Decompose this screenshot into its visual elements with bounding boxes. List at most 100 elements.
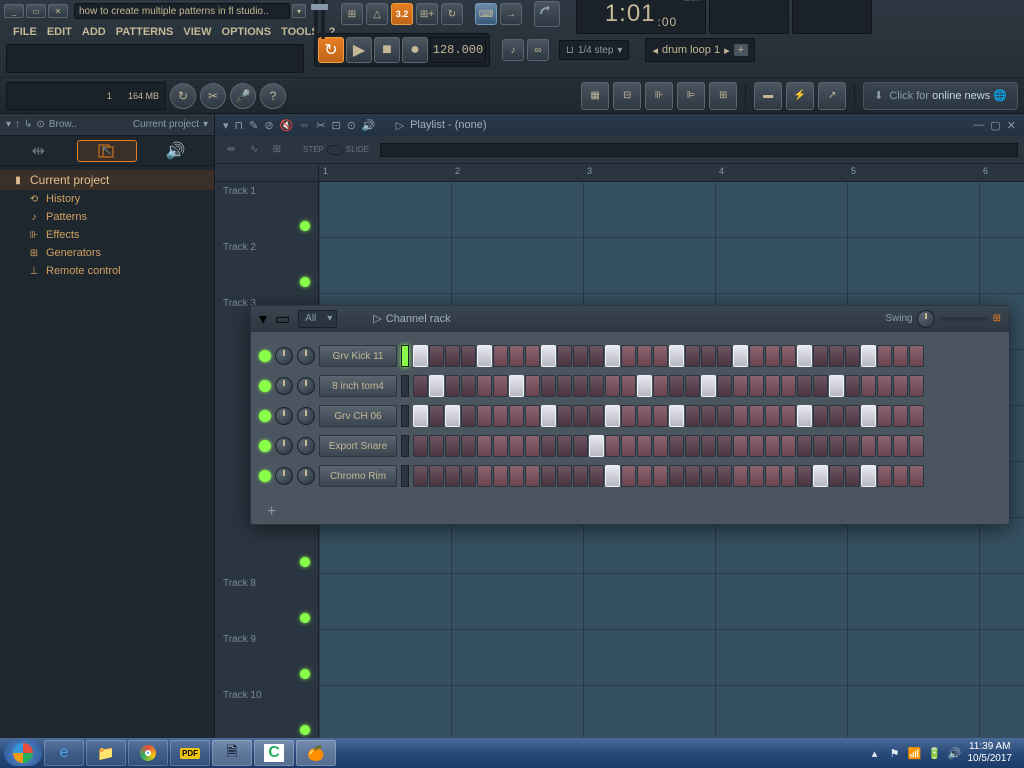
info-button[interactable]: ? [260,83,286,109]
step-button[interactable] [525,405,540,427]
step-button[interactable] [701,345,716,367]
track-mute-led[interactable] [300,277,310,287]
song-mode-button[interactable]: ♪ [502,39,524,61]
step-button[interactable] [669,435,684,457]
step-button[interactable] [621,375,636,397]
countdown-button[interactable]: 3.2 [391,3,413,25]
tree-generators[interactable]: ⊞Generators [0,244,214,262]
step-button[interactable] [637,465,652,487]
step-button[interactable] [509,405,524,427]
view-mixer-button[interactable]: ⊫ [677,82,705,110]
step-button[interactable] [909,465,924,487]
tree-history[interactable]: ⟲History [0,190,214,208]
tempo-tap-button[interactable]: ↗ [818,82,846,110]
view-playlist-button[interactable]: ▦ [581,82,609,110]
channel-select[interactable] [401,435,409,457]
minimize-button[interactable]: _ [4,4,24,18]
step-button[interactable] [669,345,684,367]
browser-tab-files[interactable]: ↖ [77,140,137,162]
tray-speaker-icon[interactable]: 🔊 [948,746,962,760]
step-button[interactable] [733,375,748,397]
step-button[interactable] [861,435,876,457]
start-button[interactable] [4,740,42,766]
step-button[interactable] [781,435,796,457]
view-browser-button[interactable]: ⊞ [709,82,737,110]
step-button[interactable] [717,435,732,457]
step-button[interactable] [525,375,540,397]
step-button[interactable] [813,375,828,397]
step-button[interactable] [893,435,908,457]
step-button[interactable] [749,435,764,457]
step-button[interactable] [685,465,700,487]
step-button[interactable] [477,405,492,427]
step-button[interactable] [541,405,556,427]
step-button[interactable] [797,375,812,397]
task-active-2[interactable]: C [254,740,294,766]
step-button[interactable] [829,405,844,427]
menu-edit[interactable]: EDIT [42,24,77,40]
track-mute-led[interactable] [300,557,310,567]
step-button[interactable] [509,435,524,457]
step-button[interactable] [893,375,908,397]
step-button[interactable] [413,435,428,457]
channel-name-button[interactable]: Grv Kick 11 [319,345,397,367]
undo-button[interactable] [534,1,560,27]
step-button[interactable] [845,465,860,487]
step-button[interactable] [429,465,444,487]
step-button[interactable] [669,465,684,487]
pattern-selector[interactable]: ◂ drum loop 1 ▸ + [645,38,755,62]
step-button[interactable] [877,345,892,367]
step-button[interactable] [797,345,812,367]
task-chrome[interactable] [128,740,168,766]
tray-battery-icon[interactable]: 🔋 [928,746,942,760]
step-button[interactable] [605,405,620,427]
view-channelrack-button[interactable]: ⊪ [645,82,673,110]
collapse-icon[interactable]: ▾ [6,119,11,130]
step-button[interactable] [877,375,892,397]
channel-mute-led[interactable] [259,350,271,362]
step-button[interactable] [429,405,444,427]
step-button[interactable] [605,465,620,487]
step-button[interactable] [845,435,860,457]
step-button[interactable] [765,465,780,487]
step-button[interactable] [461,405,476,427]
track-row[interactable]: Track 2 [215,238,1024,294]
step-button[interactable] [861,405,876,427]
channel-rack-header[interactable]: ▾ ▭ All ▾ ▷ Channel rack Swing ⊞ [251,306,1009,332]
step-button[interactable] [445,345,460,367]
pattern-mode-button[interactable]: ⊞ [341,3,363,25]
step-button[interactable] [461,465,476,487]
step-button[interactable] [493,345,508,367]
step-button[interactable] [845,345,860,367]
horizontal-scrollbar[interactable] [380,143,1018,157]
step-button[interactable] [781,375,796,397]
track-label[interactable] [215,518,319,573]
step-button[interactable] [493,435,508,457]
step-button[interactable] [717,345,732,367]
step-button[interactable] [877,465,892,487]
step-button[interactable] [669,375,684,397]
step-button[interactable] [701,405,716,427]
step-button[interactable] [701,435,716,457]
step-button[interactable] [589,405,604,427]
step-button[interactable] [461,435,476,457]
channel-mute-led[interactable] [259,410,271,422]
menu-add[interactable]: ADD [77,24,111,40]
menu-view[interactable]: VIEW [178,24,216,40]
step-button[interactable] [829,435,844,457]
step-button[interactable] [429,435,444,457]
step-button[interactable] [765,375,780,397]
step-button[interactable] [477,345,492,367]
channel-vol-knob[interactable] [297,377,315,395]
channel-name-button[interactable]: Chromo Rim [319,465,397,487]
step-button[interactable] [893,345,908,367]
close-icon[interactable]: ✕ [1007,119,1016,132]
step-button[interactable] [733,435,748,457]
project-title[interactable]: how to create multiple patterns in fl st… [74,3,290,19]
tool-arrows[interactable]: ⇹ [221,140,241,160]
menu-patterns[interactable]: PATTERNS [111,24,179,40]
tool-link[interactable]: ∿ [244,140,264,160]
loop-rec-button[interactable]: ↻ [441,3,463,25]
step-button[interactable] [445,465,460,487]
track-label[interactable]: Track 1 [215,182,319,237]
